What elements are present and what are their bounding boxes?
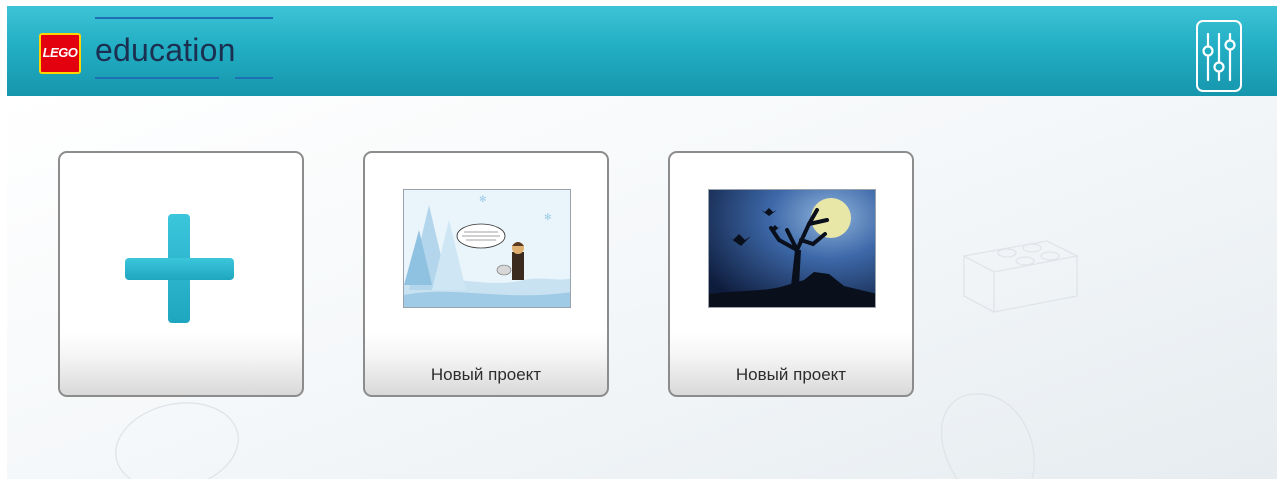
- app-header: LEGO education: [7, 6, 1277, 96]
- plus-icon: [125, 214, 234, 323]
- projects-area: ✻ ✻ Новый проект Новый проект: [7, 96, 1277, 479]
- brand-line-top: [95, 17, 273, 19]
- project-title: Новый проект: [430, 365, 542, 384]
- halloween-thumbnail: [709, 190, 875, 307]
- project-card[interactable]: Новый проект: [668, 151, 914, 397]
- project-thumbnail: [708, 189, 876, 308]
- lego-logo-text: LEGO: [42, 45, 78, 60]
- brand-line-bottom-right: [235, 77, 273, 79]
- brand-title: education: [95, 32, 236, 68]
- sliders-icon: [1202, 32, 1236, 82]
- brand-line-bottom-left: [95, 77, 219, 79]
- project-thumbnail: ✻ ✻: [403, 189, 571, 308]
- settings-button[interactable]: [1196, 20, 1242, 92]
- project-card[interactable]: ✻ ✻ Новый проект: [363, 151, 609, 397]
- svg-text:✻: ✻: [544, 212, 552, 222]
- new-project-card[interactable]: [58, 151, 304, 397]
- winter-comic-thumbnail: ✻ ✻: [404, 190, 570, 307]
- project-title: Новый проект: [735, 365, 847, 384]
- lego-logo: LEGO: [39, 33, 81, 74]
- svg-text:✻: ✻: [479, 194, 487, 204]
